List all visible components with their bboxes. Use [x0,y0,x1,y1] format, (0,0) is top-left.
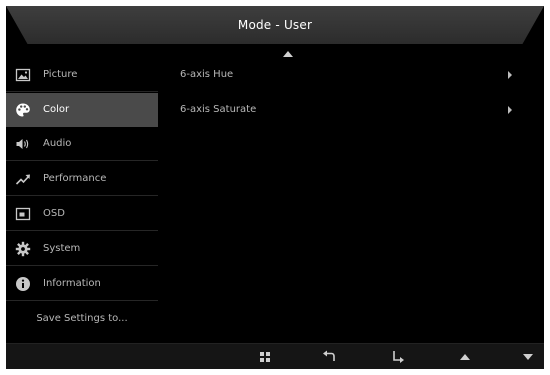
osd-window-icon [15,206,31,222]
sidebar-item-label: Picture [43,69,78,80]
osd-menu: Mode - User Picture Color Audio Performa… [6,6,544,369]
sidebar-item-system[interactable]: System [6,232,158,266]
menu-button[interactable] [253,344,277,369]
sidebar-menu: Picture Color Audio Performance OSD Syst… [6,58,158,334]
chevron-right-icon [508,71,512,79]
divider [6,160,158,161]
sidebar-item-label: System [43,243,81,254]
divider [6,195,158,196]
divider [6,265,158,266]
sidebar-item-label: Information [43,278,101,289]
trend-up-icon [15,171,31,187]
sidebar-item-audio[interactable]: Audio [6,127,158,161]
submenu-item-label: 6-axis Saturate [180,104,257,115]
sidebar-item-performance[interactable]: Performance [6,162,158,196]
sidebar-item-label: Color [43,104,70,115]
enter-button[interactable] [386,344,410,369]
submenu-item-6-axis-hue[interactable]: 6-axis Hue [158,58,544,92]
submenu-item-label: 6-axis Hue [180,69,234,80]
speaker-icon [15,136,31,152]
scroll-up-indicator-icon [283,51,293,57]
submenu-list: 6-axis Hue 6-axis Saturate [158,58,544,334]
sidebar-item-color[interactable]: Color [6,93,158,127]
save-settings-label: Save Settings to... [36,313,128,324]
divider [6,230,158,231]
sidebar-item-picture[interactable]: Picture [6,58,158,92]
sidebar-item-osd[interactable]: OSD [6,197,158,231]
title-bar: Mode - User [6,6,544,44]
gear-icon [15,241,31,257]
chevron-right-icon [508,106,512,114]
sidebar-item-label: Audio [43,138,72,149]
back-button[interactable] [317,344,341,369]
sidebar-item-label: OSD [43,208,65,219]
divider [6,300,158,301]
mode-title: Mode - User [237,18,313,32]
monitor-osd-screen: Mode - User Picture Color Audio Performa… [0,0,550,375]
save-settings-button[interactable]: Save Settings to... [6,302,158,336]
info-icon [15,276,31,292]
sidebar-item-information[interactable]: Information [6,267,158,301]
divider [6,91,158,92]
bottom-button-bar [6,343,544,369]
down-button[interactable] [516,344,540,369]
picture-icon [15,67,31,83]
up-button[interactable] [453,344,477,369]
submenu-item-6-axis-saturate[interactable]: 6-axis Saturate [158,93,544,127]
sidebar-item-label: Performance [43,173,107,184]
palette-icon [15,102,31,118]
